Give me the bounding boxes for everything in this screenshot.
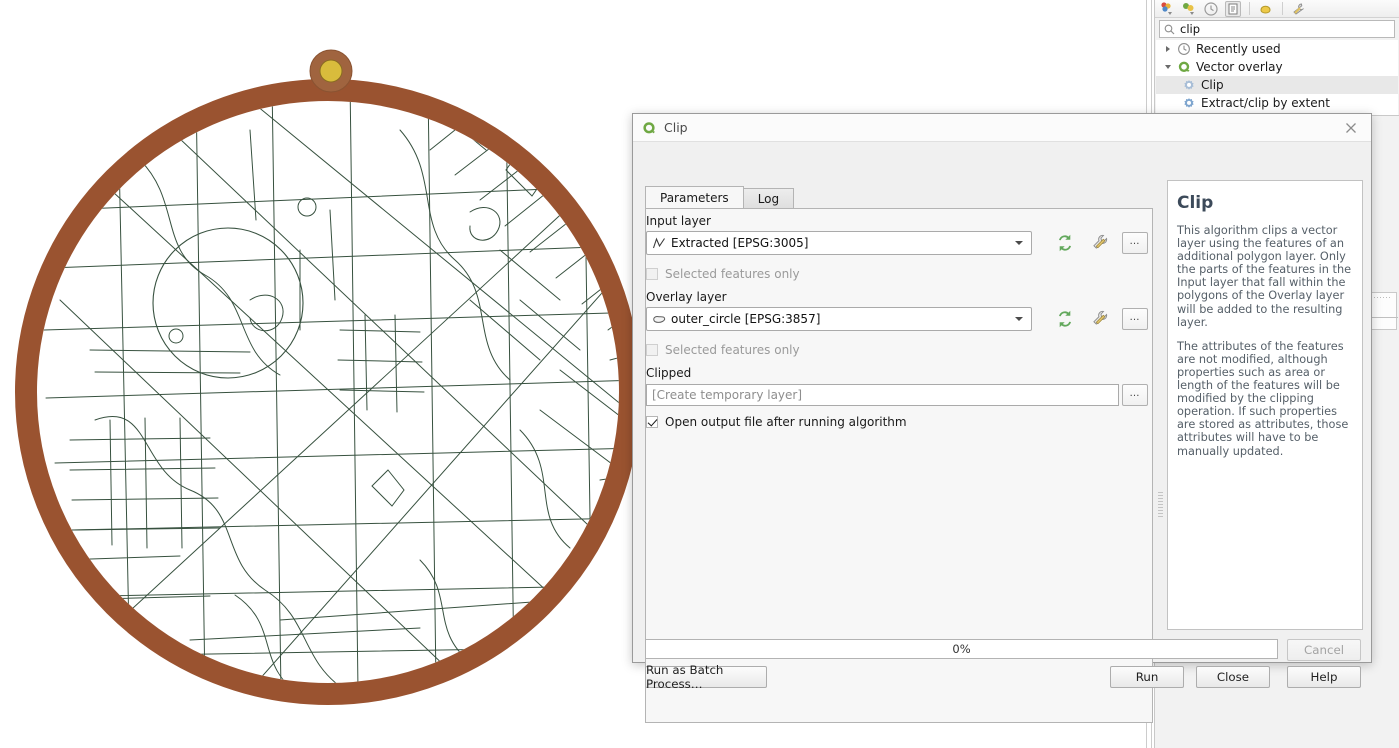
dialog-tabs: Parameters Log bbox=[645, 186, 795, 209]
tab-label: Log bbox=[757, 192, 780, 206]
input-layer-combo[interactable]: Extracted [EPSG:3005] bbox=[646, 231, 1032, 255]
open-output-label: Open output file after running algorithm bbox=[665, 415, 907, 429]
progress-bar: 0% bbox=[645, 639, 1278, 659]
tree-item-label: Clip bbox=[1201, 78, 1224, 92]
browse-label: … bbox=[1129, 312, 1141, 323]
overlay-selected-features-only-row: Selected features only bbox=[646, 343, 800, 357]
help-button[interactable]: Help bbox=[1287, 666, 1361, 688]
toolbox-toolbar bbox=[1155, 0, 1399, 18]
line-layer-icon bbox=[652, 236, 666, 250]
clip-dialog: Clip Parameters Log Input layer Extracte… bbox=[632, 113, 1372, 723]
clipped-output-placeholder: [Create temporary layer] bbox=[652, 388, 803, 402]
clipped-output-input[interactable]: [Create temporary layer] bbox=[646, 384, 1119, 406]
browse-label: … bbox=[1129, 236, 1141, 247]
clock-icon bbox=[1177, 42, 1191, 56]
ring-marker-inner bbox=[319, 59, 343, 83]
progress-text: 0% bbox=[952, 642, 971, 656]
overlay-data-defined-override-icon[interactable] bbox=[1090, 308, 1112, 330]
qgis-application-window: Recently used Vector overlay bbox=[0, 0, 1399, 748]
overlay-selected-features-only-checkbox bbox=[646, 344, 658, 356]
results-viewer-icon[interactable] bbox=[1225, 0, 1241, 17]
close-button[interactable]: Close bbox=[1196, 666, 1270, 688]
help-paragraph: The attributes of the features are not m… bbox=[1177, 339, 1349, 458]
options-wrench-icon[interactable] bbox=[1291, 1, 1307, 17]
batch-label: Run as Batch Process… bbox=[646, 663, 724, 691]
qgis-logo-icon bbox=[642, 121, 656, 135]
styles-icon[interactable] bbox=[1159, 1, 1175, 17]
overlay-layer-label: Overlay layer bbox=[646, 290, 727, 304]
models-icon[interactable] bbox=[1181, 1, 1197, 17]
input-data-defined-override-icon[interactable] bbox=[1090, 232, 1112, 254]
toolbar-separator bbox=[1249, 2, 1250, 15]
run-as-batch-process-button[interactable]: Run as Batch Process… bbox=[645, 663, 767, 691]
clipped-browse-button[interactable]: … bbox=[1122, 384, 1148, 406]
dialog-body: Parameters Log Input layer Extracted [EP… bbox=[633, 142, 1371, 723]
pane-splitter-handle[interactable] bbox=[1158, 492, 1163, 518]
overlay-layer-value: outer_circle [EPSG:3857] bbox=[671, 312, 821, 326]
input-browse-button[interactable]: … bbox=[1122, 232, 1148, 254]
help-label: Help bbox=[1310, 670, 1338, 684]
chevron-down-icon[interactable] bbox=[1015, 241, 1023, 245]
input-selected-features-only-row: Selected features only bbox=[646, 267, 800, 281]
outer-circle-ring bbox=[15, 79, 641, 705]
run-label: Run bbox=[1135, 670, 1159, 684]
algorithm-tree[interactable]: Recently used Vector overlay Clip Extrac… bbox=[1156, 40, 1398, 115]
run-button[interactable]: Run bbox=[1110, 666, 1184, 688]
toolbox-search-row[interactable] bbox=[1159, 20, 1395, 38]
input-selected-features-only-checkbox bbox=[646, 268, 658, 280]
chevron-down-icon[interactable] bbox=[1015, 317, 1023, 321]
browse-label: … bbox=[1129, 388, 1141, 399]
input-selected-features-only-label: Selected features only bbox=[665, 267, 800, 281]
tree-item-label: Extract/clip by extent bbox=[1201, 96, 1330, 110]
close-icon[interactable] bbox=[1337, 118, 1365, 138]
chevron-right-icon[interactable] bbox=[1162, 44, 1173, 55]
help-paragraph: This algorithm clips a vector layer usin… bbox=[1177, 224, 1352, 329]
input-layer-value: Extracted [EPSG:3005] bbox=[671, 236, 809, 250]
tab-label: Parameters bbox=[660, 190, 729, 205]
cancel-button: Cancel bbox=[1287, 639, 1361, 661]
tree-item-label: Recently used bbox=[1196, 42, 1281, 56]
input-iterate-features-icon[interactable] bbox=[1054, 232, 1076, 254]
help-title: Clip bbox=[1177, 193, 1214, 213]
cancel-label: Cancel bbox=[1304, 643, 1344, 657]
dialog-titlebar: Clip bbox=[633, 114, 1371, 142]
tree-item-vector-overlay[interactable]: Vector overlay bbox=[1156, 58, 1398, 76]
close-label: Close bbox=[1216, 670, 1250, 684]
algorithm-help-pane: Clip This algorithm clips a vector layer… bbox=[1167, 180, 1363, 630]
history-icon[interactable] bbox=[1203, 1, 1219, 17]
tree-item-clip[interactable]: Clip bbox=[1156, 76, 1398, 94]
algorithm-gear-icon bbox=[1182, 96, 1196, 110]
edit-model-icon[interactable] bbox=[1258, 1, 1274, 17]
clipped-output-label: Clipped bbox=[646, 366, 692, 380]
search-icon bbox=[1164, 24, 1175, 35]
tree-item-recently-used[interactable]: Recently used bbox=[1156, 40, 1398, 58]
toolbar-separator-2 bbox=[1282, 2, 1283, 15]
search-input[interactable] bbox=[1180, 22, 1375, 36]
open-output-row[interactable]: Open output file after running algorithm bbox=[646, 415, 907, 429]
open-output-checkbox[interactable] bbox=[646, 416, 658, 428]
polygon-layer-icon bbox=[652, 313, 666, 326]
qgis-q-icon bbox=[1177, 60, 1191, 74]
overlay-layer-combo[interactable]: outer_circle [EPSG:3857] bbox=[646, 307, 1032, 331]
overlay-iterate-features-icon[interactable] bbox=[1054, 308, 1076, 330]
chevron-down-icon[interactable] bbox=[1162, 62, 1173, 73]
algorithm-gear-icon bbox=[1182, 78, 1196, 92]
dialog-title: Clip bbox=[664, 120, 688, 135]
tab-log[interactable]: Log bbox=[742, 188, 795, 209]
input-layer-label: Input layer bbox=[646, 214, 711, 228]
tree-item-label: Vector overlay bbox=[1196, 60, 1283, 74]
tab-parameters[interactable]: Parameters bbox=[645, 186, 744, 209]
tree-item-extract-clip-by-extent[interactable]: Extract/clip by extent bbox=[1156, 94, 1398, 112]
overlay-selected-features-only-label: Selected features only bbox=[665, 343, 800, 357]
overlay-browse-button[interactable]: … bbox=[1122, 308, 1148, 330]
